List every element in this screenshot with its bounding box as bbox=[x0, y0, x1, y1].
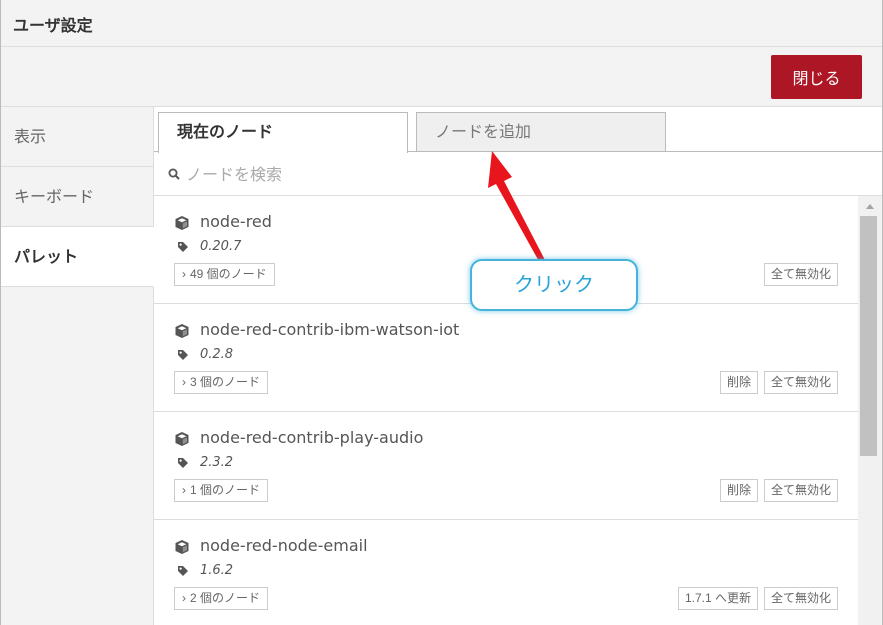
node-actions: 全て無効化 bbox=[763, 263, 838, 286]
dialog-title: ユーザ設定 bbox=[13, 16, 93, 35]
node-list-scrollbar[interactable] bbox=[858, 196, 882, 625]
node-row: node-red-node-email 1.6.2 › 2 個のノード 1.7.1… bbox=[154, 520, 858, 625]
click-callout: クリック bbox=[470, 259, 638, 311]
chevron-right-icon: › bbox=[182, 591, 186, 605]
update-button[interactable]: 1.7.1 へ更新 bbox=[677, 587, 758, 610]
package-icon bbox=[175, 540, 189, 554]
close-button[interactable]: 閉じる bbox=[771, 55, 862, 99]
node-search-bar bbox=[154, 153, 882, 196]
node-row: node-red-contrib-ibm-watson-iot 0.2.8 › 3… bbox=[154, 304, 858, 412]
package-icon bbox=[175, 432, 189, 446]
package-icon bbox=[175, 324, 189, 338]
node-version: 0.20.7 bbox=[200, 239, 242, 254]
scroll-up-arrow[interactable] bbox=[858, 196, 882, 216]
node-count-toggle[interactable]: › 2 個のノード bbox=[174, 587, 269, 610]
node-name: node-red-node-email bbox=[200, 536, 368, 555]
node-name: node-red-contrib-ibm-watson-iot bbox=[200, 320, 460, 339]
palette-tabs: 現在のノード ノードを追加 bbox=[154, 107, 882, 153]
tab-current-nodes[interactable]: 現在のノード bbox=[158, 112, 408, 153]
sidebar-item-view[interactable]: 表示 bbox=[1, 107, 153, 167]
scroll-thumb[interactable] bbox=[860, 216, 877, 456]
remove-button[interactable]: 削除 bbox=[719, 479, 758, 502]
node-name: node-red-contrib-play-audio bbox=[200, 428, 424, 447]
node-count-toggle[interactable]: › 1 個のノード bbox=[174, 479, 269, 502]
dialog-titlebar: ユーザ設定 bbox=[1, 0, 882, 47]
tag-icon bbox=[178, 566, 188, 576]
node-count-toggle[interactable]: › 3 個のノード bbox=[174, 371, 269, 394]
chevron-right-icon: › bbox=[182, 483, 186, 497]
tag-icon bbox=[178, 350, 188, 360]
package-icon bbox=[175, 216, 189, 230]
tab-add-nodes[interactable]: ノードを追加 bbox=[416, 112, 666, 151]
node-actions: 1.7.1 へ更新 全て無効化 bbox=[677, 587, 838, 610]
sidebar-item-palette[interactable]: パレット bbox=[1, 227, 154, 287]
disable-all-button[interactable]: 全て無効化 bbox=[763, 263, 838, 286]
remove-button[interactable]: 削除 bbox=[719, 371, 758, 394]
node-search-input[interactable] bbox=[186, 161, 866, 187]
tag-icon bbox=[178, 458, 188, 468]
chevron-right-icon: › bbox=[182, 375, 186, 389]
node-row: node-red-contrib-play-audio 2.3.2 › 1 個のノ… bbox=[154, 412, 858, 520]
disable-all-button[interactable]: 全て無効化 bbox=[763, 587, 838, 610]
node-version: 0.2.8 bbox=[200, 347, 234, 362]
settings-sidebar: 表示 キーボード パレット bbox=[1, 107, 154, 625]
dialog-buttonbar: 閉じる bbox=[1, 47, 882, 107]
search-icon bbox=[168, 168, 180, 180]
disable-all-button[interactable]: 全て無効化 bbox=[763, 371, 838, 394]
chevron-right-icon: › bbox=[182, 267, 186, 281]
palette-content: 現在のノード ノードを追加 node-red 0.20.7 bbox=[154, 107, 882, 625]
node-name: node-red bbox=[200, 212, 272, 231]
settings-dialog: ユーザ設定 閉じる 表示 キーボード パレット 現在のノード ノードを追加 ノー… bbox=[0, 0, 883, 625]
tag-icon bbox=[178, 242, 188, 252]
node-actions: 削除 全て無効化 bbox=[719, 479, 838, 502]
node-version: 2.3.2 bbox=[200, 455, 234, 470]
node-version: 1.6.2 bbox=[200, 563, 234, 578]
disable-all-button[interactable]: 全て無効化 bbox=[763, 479, 838, 502]
node-count-toggle[interactable]: › 49 個のノード bbox=[174, 263, 275, 286]
node-actions: 削除 全て無効化 bbox=[719, 371, 838, 394]
sidebar-item-keyboard[interactable]: キーボード bbox=[1, 167, 153, 227]
